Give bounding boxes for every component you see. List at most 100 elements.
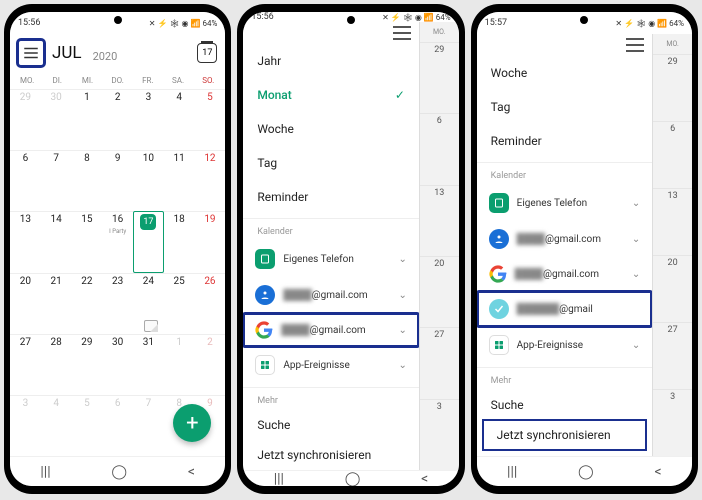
recent-apps-button[interactable]: ||| <box>274 471 284 486</box>
calendar-day-cell[interactable]: 30 <box>102 334 133 395</box>
recent-apps-button[interactable]: ||| <box>507 464 517 480</box>
calendar-day-cell[interactable]: 6 <box>10 150 41 211</box>
calendar-day-cell[interactable]: 30 <box>41 89 72 150</box>
calendar-day-cell[interactable]: 22 <box>72 273 103 334</box>
calendar-day-cell[interactable]: 2 <box>102 89 133 150</box>
calendar-day-cell: 6 <box>420 113 459 184</box>
calendar-day-cell[interactable]: 19 <box>195 211 226 272</box>
calendar-day-cell[interactable]: 16I Party <box>102 211 133 272</box>
view-jahr[interactable]: Jahr <box>243 44 419 78</box>
calendar-day-cell[interactable]: 9 <box>102 150 133 211</box>
calendar-day-cell: 6 <box>653 121 692 188</box>
drawer-menu-icon[interactable] <box>626 38 644 52</box>
view-monat[interactable]: Monat ✓ <box>243 78 419 112</box>
view-tag[interactable]: Tag <box>477 90 653 124</box>
calendar-day-cell[interactable]: 2 <box>195 334 226 395</box>
calendar-day-cell[interactable]: 12 <box>195 150 226 211</box>
chevron-down-icon: ⌄ <box>399 325 407 336</box>
calendar-day-cell[interactable]: 6 <box>102 395 133 456</box>
calendar-day-cell[interactable]: 3 <box>10 395 41 456</box>
android-navbar[interactable]: ||| ◯ < <box>243 470 458 486</box>
view-woche[interactable]: Woche <box>477 56 653 90</box>
drawer-search[interactable]: Suche <box>477 390 653 420</box>
account-gmail-2[interactable]: ████@gmail.com ⌄ <box>243 313 419 347</box>
android-navbar[interactable]: ||| ◯ < <box>477 456 692 486</box>
calendar-day-cell[interactable]: 7 <box>41 150 72 211</box>
drawer-sync[interactable]: Jetzt synchronisieren <box>243 440 419 470</box>
drawer-sync[interactable]: Jetzt synchronisieren <box>483 420 647 450</box>
section-kalender: Kalender <box>477 162 653 185</box>
calendar-day-cell[interactable]: 1 <box>72 89 103 150</box>
app-events-icon <box>255 355 275 375</box>
calendar-day-cell[interactable]: 29 <box>72 334 103 395</box>
calendar-day-cell[interactable]: 15 <box>72 211 103 272</box>
calendar-day-cell[interactable]: 4 <box>164 89 195 150</box>
calendar-day-cell[interactable]: 8 <box>72 150 103 211</box>
account-phone[interactable]: Eigenes Telefon ⌄ <box>477 185 653 221</box>
status-icons: ✕ ⚡ 🕸 ◉ 📶 64% <box>149 19 218 28</box>
calendar-day-cell[interactable]: 20 <box>10 273 41 334</box>
calendar-day-cell[interactable]: 23 <box>102 273 133 334</box>
account-app-events[interactable]: App-Ereignisse ⌄ <box>477 327 653 363</box>
view-reminder[interactable]: Reminder <box>243 180 419 214</box>
android-navbar[interactable]: ||| ◯ < <box>10 456 225 486</box>
phone-frame-3: 15:57 ✕ ⚡ 🕸 ◉ 📶 64% Woche Tag Reminder K… <box>471 4 698 494</box>
account-gmail-1[interactable]: ████@gmail.com ⌄ <box>477 221 653 257</box>
drawer-menu-icon[interactable] <box>393 26 411 40</box>
weekday-label: MO. <box>12 76 42 85</box>
calendar-day-cell[interactable]: 1 <box>164 334 195 395</box>
home-button[interactable]: ◯ <box>578 464 594 480</box>
account-gmail-2[interactable]: ████@gmail.com ⌄ <box>477 257 653 291</box>
account-phone[interactable]: Eigenes Telefon ⌄ <box>243 241 419 277</box>
calendar-day-cell[interactable]: 21 <box>41 273 72 334</box>
weekday-label: FR. <box>133 76 163 85</box>
month-label[interactable]: JUL <box>52 43 82 63</box>
calendar-day-cell[interactable]: 18 <box>164 211 195 272</box>
phone-calendar-icon <box>489 193 509 213</box>
today-button[interactable]: 17 <box>197 43 217 63</box>
calendar-day-cell[interactable]: 17 <box>133 211 164 272</box>
chevron-down-icon: ⌄ <box>632 340 640 351</box>
view-tag[interactable]: Tag <box>243 146 419 180</box>
account-app-events[interactable]: App-Ereignisse ⌄ <box>243 347 419 383</box>
calendar-day-cell[interactable]: 11 <box>164 150 195 211</box>
calendar-day-cell: 3 <box>420 399 459 470</box>
view-woche[interactable]: Woche <box>243 112 419 146</box>
calendar-day-cell[interactable]: 13 <box>10 211 41 272</box>
back-button[interactable]: < <box>188 464 195 480</box>
calendar-behind-drawer: MO. 2961320273 <box>653 34 692 456</box>
hamburger-menu-button[interactable] <box>18 40 44 66</box>
drawer-search[interactable]: Suche <box>243 410 419 440</box>
home-button[interactable]: ◯ <box>345 471 361 486</box>
nav-drawer: Woche Tag Reminder Kalender Eigenes Tele… <box>477 34 654 456</box>
calendar-day-cell[interactable]: 24 <box>133 273 164 334</box>
calendar-day-cell[interactable]: 31 <box>133 334 164 395</box>
front-camera <box>347 16 355 24</box>
chevron-down-icon: ⌄ <box>632 234 640 245</box>
calendar-day-cell[interactable]: 25 <box>164 273 195 334</box>
calendar-day-cell[interactable]: 26 <box>195 273 226 334</box>
account-gmail-3[interactable]: ██████@gmail <box>477 291 653 327</box>
calendar-grid[interactable]: 293012345678910111213141516I Party171819… <box>10 89 225 456</box>
calendar-day-cell[interactable]: 29 <box>10 89 41 150</box>
calendar-day-cell[interactable]: 27 <box>10 334 41 395</box>
view-reminder[interactable]: Reminder <box>477 124 653 158</box>
calendar-day-cell[interactable]: 5 <box>195 89 226 150</box>
calendar-day-cell[interactable]: 4 <box>41 395 72 456</box>
back-button[interactable]: < <box>421 471 428 486</box>
calendar-day-cell[interactable]: 14 <box>41 211 72 272</box>
chevron-down-icon: ⌄ <box>399 254 407 265</box>
calendar-day-cell[interactable]: 3 <box>133 89 164 150</box>
calendar-day-cell[interactable]: 7 <box>133 395 164 456</box>
home-button[interactable]: ◯ <box>111 464 127 480</box>
back-button[interactable]: < <box>654 464 661 480</box>
calendar-day-cell[interactable]: 10 <box>133 150 164 211</box>
app-events-icon <box>489 335 509 355</box>
recent-apps-button[interactable]: ||| <box>40 464 50 480</box>
screen-1: 15:56 ✕ ⚡ 🕸 ◉ 📶 64% JUL 2020 17 MO.DI.MI… <box>10 12 225 486</box>
calendar-day-cell[interactable]: 5 <box>72 395 103 456</box>
account-gmail-1[interactable]: ████@gmail.com ⌄ <box>243 277 419 313</box>
calendar-day-cell[interactable]: 28 <box>41 334 72 395</box>
screen-2: 15:56 ✕ ⚡ 🕸 ◉ 📶 64% Jahr Monat ✓ Woche T… <box>243 12 458 486</box>
sync-check-icon <box>489 299 509 319</box>
